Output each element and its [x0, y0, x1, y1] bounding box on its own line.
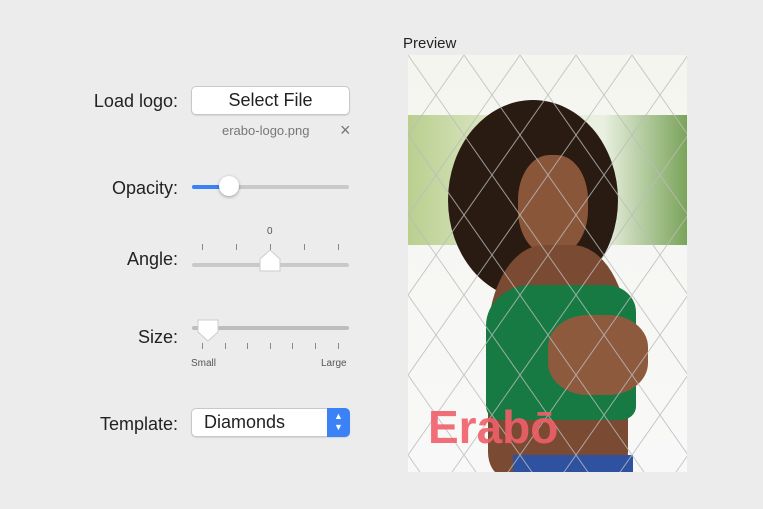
template-selected: Diamonds: [204, 412, 286, 432]
load-logo-label: Load logo:: [93, 91, 178, 111]
chevron-updown-icon: ▲ ▼: [327, 408, 350, 437]
angle-slider[interactable]: [192, 249, 349, 272]
template-label: Template:: [99, 414, 178, 434]
clear-file-icon[interactable]: ×: [340, 120, 351, 141]
size-slider-thumb[interactable]: [197, 319, 219, 343]
angle-value-label: 0: [267, 226, 273, 237]
size-max-label: Large: [321, 358, 347, 369]
opacity-slider-thumb[interactable]: [219, 176, 239, 196]
opacity-slider[interactable]: [192, 176, 349, 196]
watermark-logo: Erabō: [428, 401, 559, 453]
preview-label: Preview: [403, 35, 457, 52]
template-select[interactable]: Diamonds ▲ ▼: [191, 408, 350, 437]
opacity-label: Opacity:: [111, 178, 178, 198]
preview-image: Erabō: [408, 55, 687, 472]
size-label: Size:: [137, 327, 178, 347]
size-slider[interactable]: [192, 319, 349, 342]
logo-filename: erabo-logo.png: [222, 123, 310, 138]
size-min-label: Small: [191, 358, 217, 369]
select-file-button[interactable]: Select File: [191, 86, 350, 115]
angle-slider-thumb[interactable]: [259, 249, 281, 273]
angle-label: Angle:: [126, 249, 178, 269]
